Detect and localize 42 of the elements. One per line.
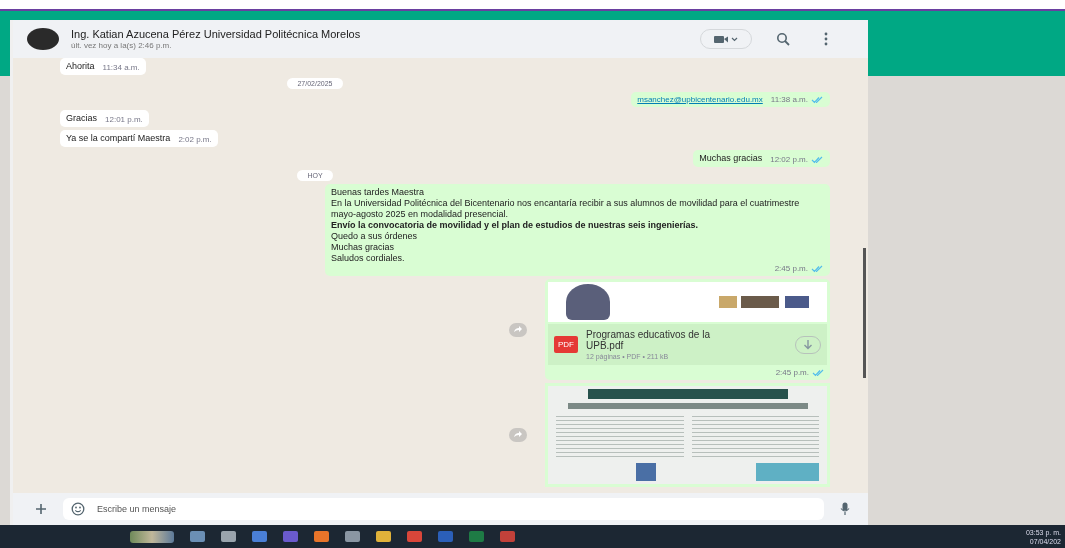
- message-bubble: Buenas tardes Maestra En la Universidad Politécnica del Bicentenario nos encantaría recibir a sus alumnos de movilidad para el cuatrimestre mayo-agosto 2025 en modalidad presencial. Envío la convocatoria de movilidad y el plan de estudios de nuestras seis ingenierías. Quedo a sus órdenes Muchas gracias Saludos cordiales. 2:45 p.m.: [325, 184, 830, 276]
- menu-icon[interactable]: [824, 32, 828, 46]
- message-bubble: Ahorita 11:34 a.m.: [60, 58, 146, 75]
- taskbar-widget-icon[interactable]: [130, 530, 174, 543]
- taskbar-app-icon[interactable]: [314, 531, 329, 542]
- video-call-button[interactable]: [700, 29, 752, 49]
- taskbar-app-icon[interactable]: [500, 531, 515, 542]
- poster-image-placeholder[interactable]: [545, 383, 830, 487]
- message-field[interactable]: Escribe un mensaje: [63, 498, 824, 520]
- file-name: Programas educativos de la UPB.pdf: [586, 329, 711, 351]
- contact-name: Ing. Katian Azucena Pérez Universidad Politécnica Morelos: [71, 28, 362, 40]
- message-time: 2:02 p.m.: [178, 135, 212, 144]
- message-time: 2:45 p.m.: [775, 368, 809, 377]
- message-bubble: Gracias 12:01 p.m.: [60, 110, 149, 127]
- search-icon[interactable]: [776, 32, 790, 46]
- message-time: 12:01 p.m.: [105, 115, 143, 124]
- taskbar-app-icon[interactable]: [469, 531, 484, 542]
- taskbar-app-icon[interactable]: [190, 531, 205, 542]
- taskbar-app-icon[interactable]: [283, 531, 298, 542]
- emoji-icon[interactable]: [71, 502, 85, 516]
- contact-avatar[interactable]: [27, 28, 59, 50]
- taskbar-app-icon[interactable]: [221, 531, 236, 542]
- video-camera-icon: [713, 34, 739, 44]
- taskbar-app-icon[interactable]: [252, 531, 267, 542]
- taskbar-app-icon[interactable]: [438, 531, 453, 542]
- message-time: 12:02 p.m.: [770, 155, 808, 164]
- message-bubble: Muchas gracias 12:02 p.m.: [693, 150, 830, 167]
- microphone-icon[interactable]: [840, 502, 850, 516]
- message-time: 11:38 a.m.: [770, 95, 808, 104]
- file-type-icon: PDF: [554, 336, 578, 353]
- email-link[interactable]: msanchez@upbicentenario.edu.mx: [637, 95, 763, 104]
- last-seen-status: últ. vez hoy a la(s) 2:46 p.m.: [71, 41, 173, 50]
- message-bubble: Ya se la compartí Maestra 2:02 p.m.: [60, 130, 218, 147]
- taskbar-app-icon[interactable]: [407, 531, 422, 542]
- download-icon[interactable]: [795, 335, 821, 354]
- message-time: 2:45 p.m.: [774, 264, 808, 273]
- message-time: 11:34 a.m.: [102, 63, 140, 72]
- taskbar-app-icon[interactable]: [376, 531, 391, 542]
- taskbar-app-icon[interactable]: [345, 531, 360, 542]
- plus-icon[interactable]: [35, 503, 47, 515]
- forward-icon[interactable]: [509, 322, 527, 337]
- forward-icon[interactable]: [509, 428, 527, 442]
